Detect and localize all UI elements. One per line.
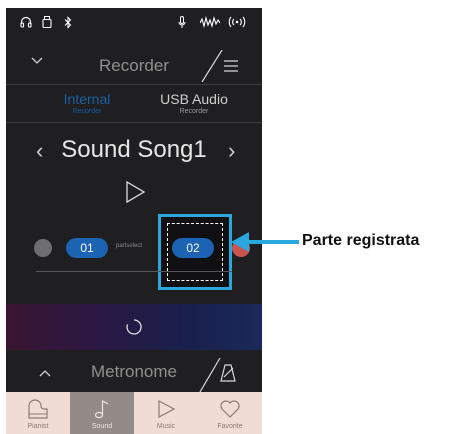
tab-label: USB Audio <box>160 91 228 107</box>
tab-sublabel: Recorder <box>72 108 102 115</box>
bottom-navigation: Pianist Sound Music Favorite <box>6 392 262 434</box>
waveform-icon <box>200 16 220 28</box>
music-note-icon <box>94 399 109 419</box>
song-progress-line <box>36 271 232 272</box>
annotation-label: Parte registrata <box>302 232 420 249</box>
part-selector-row: 01 partselect 02 <box>6 232 262 266</box>
nav-label: Music <box>156 423 176 430</box>
play-button[interactable] <box>124 180 146 204</box>
tab-label: Internal <box>63 91 111 107</box>
tab-slash-divider <box>201 50 223 82</box>
nav-label: Favorite <box>217 423 243 430</box>
song-name: Sound Song1 <box>61 136 207 163</box>
nav-label: Sound <box>91 423 113 430</box>
headphones-icon <box>20 16 32 28</box>
usb-icon <box>42 16 52 28</box>
nav-music[interactable]: Music <box>134 392 198 434</box>
play-icon <box>158 400 176 418</box>
tab-usb-audio-recorder[interactable]: USB Audio Recorder <box>139 92 249 116</box>
record-button[interactable] <box>34 239 52 257</box>
part-select-label: partselect <box>116 243 143 249</box>
wireless-icon <box>228 16 246 28</box>
metronome-bar[interactable]: Metronome <box>6 358 262 392</box>
header-divider <box>6 84 262 85</box>
keyboard-visualizer <box>6 304 262 350</box>
piano-icon <box>28 399 48 419</box>
next-song-button[interactable]: › <box>228 138 235 164</box>
nav-label: Pianist <box>27 423 49 430</box>
part-01-button[interactable]: 01 <box>66 238 108 258</box>
song-selector: ‹ Sound Song1 › <box>6 136 262 168</box>
device-screen: Recorder Internal Recorder USB Audio Rec… <box>6 8 262 434</box>
nav-pianist[interactable]: Pianist <box>6 392 70 434</box>
tab-sublabel: Recorder <box>179 108 209 115</box>
status-bar <box>6 8 262 40</box>
tabs-divider <box>6 122 262 123</box>
bluetooth-icon <box>64 16 72 29</box>
nav-favorite[interactable]: Favorite <box>198 392 262 434</box>
mic-icon <box>178 16 186 28</box>
tab-internal-recorder[interactable]: Internal Recorder <box>32 92 142 116</box>
heart-icon <box>220 400 240 418</box>
loading-icon <box>126 319 142 335</box>
part-02-button[interactable]: 02 <box>172 238 214 258</box>
annotation-arrow <box>231 232 299 252</box>
menu-icon[interactable] <box>224 60 238 72</box>
metronome-icon[interactable] <box>220 364 236 382</box>
recorder-header: Recorder <box>6 50 262 84</box>
nav-sound[interactable]: Sound <box>70 392 134 434</box>
